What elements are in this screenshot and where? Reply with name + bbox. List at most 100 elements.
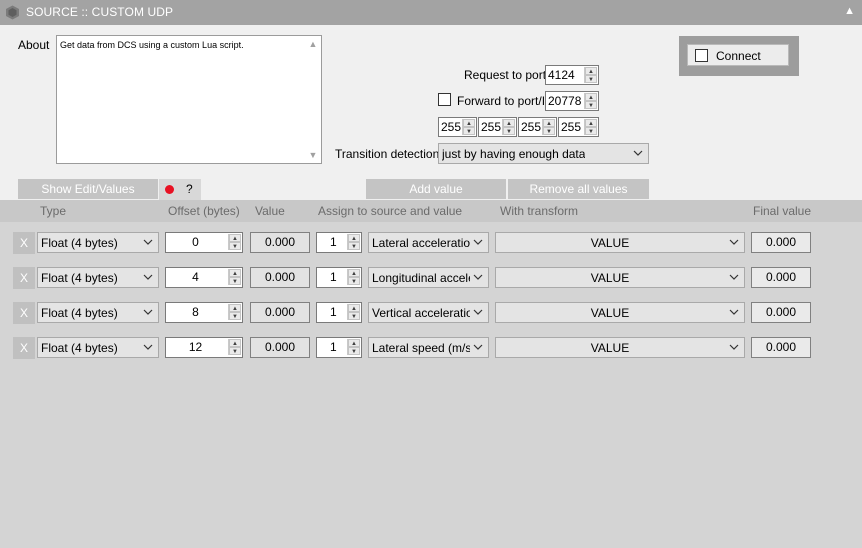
chevron-down-icon (473, 344, 483, 350)
ip-octet-1-stepper[interactable]: 255 ▲ ▼ (438, 117, 477, 137)
app-logo-icon (6, 5, 19, 20)
stepper-up-icon[interactable]: ▲ (348, 234, 360, 242)
offset-value: 8 (192, 305, 199, 319)
transform-select[interactable]: VALUE (495, 232, 745, 253)
chevron-down-icon (729, 274, 739, 280)
source-index-stepper[interactable]: 1 ▲ ▼ (316, 267, 362, 288)
offset-stepper[interactable]: 4 ▲ ▼ (165, 267, 243, 288)
type-select[interactable]: Float (4 bytes) (37, 302, 159, 323)
stepper-up-icon[interactable]: ▲ (348, 339, 360, 347)
help-button[interactable]: ? (186, 182, 193, 196)
stepper-up-icon[interactable]: ▲ (543, 119, 555, 127)
forward-port-label: Forward to port/IP (457, 94, 554, 108)
stepper-up-icon[interactable]: ▲ (229, 269, 241, 277)
stepper-down-icon[interactable]: ▼ (229, 242, 241, 250)
ip-octet-2-value: 255 (481, 120, 502, 134)
chevron-down-icon (143, 239, 153, 245)
add-value-button[interactable]: Add value (366, 179, 506, 199)
stepper-up-icon[interactable]: ▲ (585, 67, 597, 75)
transform-select[interactable]: VALUE (495, 267, 745, 288)
stepper-down-icon[interactable]: ▼ (503, 127, 515, 135)
stepper-down-icon[interactable]: ▼ (543, 127, 555, 135)
remove-row-button[interactable]: X (13, 232, 35, 254)
forward-checkbox[interactable] (438, 93, 451, 106)
about-textarea[interactable]: Get data from DCS using a custom Lua scr… (57, 36, 305, 163)
collapse-icon[interactable]: ▲ (844, 5, 855, 17)
stepper-up-icon[interactable]: ▲ (585, 119, 597, 127)
source-index-value: 1 (330, 270, 337, 284)
stepper-down-icon[interactable]: ▼ (348, 312, 360, 320)
ip-octet-2-stepper[interactable]: 255 ▲ ▼ (478, 117, 517, 137)
stepper-down-icon[interactable]: ▼ (229, 277, 241, 285)
transition-select[interactable]: just by having enough data (438, 143, 649, 164)
source-index-value: 1 (330, 305, 337, 319)
stepper-up-icon[interactable]: ▲ (348, 304, 360, 312)
stepper-up-icon[interactable]: ▲ (585, 93, 597, 101)
source-index-stepper[interactable]: 1 ▲ ▼ (316, 302, 362, 323)
type-value: Float (4 bytes) (41, 306, 118, 320)
stepper-up-icon[interactable]: ▲ (348, 269, 360, 277)
stepper-down-icon[interactable]: ▼ (348, 242, 360, 250)
remove-row-button[interactable]: X (13, 267, 35, 289)
stepper-down-icon[interactable]: ▼ (585, 101, 597, 109)
ip-octet-1-value: 255 (441, 120, 462, 134)
stepper-down-icon[interactable]: ▼ (348, 347, 360, 355)
remove-row-button[interactable]: X (13, 302, 35, 324)
source-index-stepper[interactable]: 1 ▲ ▼ (316, 232, 362, 253)
stepper-down-icon[interactable]: ▼ (585, 127, 597, 135)
raw-value-readout: 0.000 (250, 337, 310, 358)
type-select[interactable]: Float (4 bytes) (37, 267, 159, 288)
stepper-up-icon[interactable]: ▲ (229, 304, 241, 312)
offset-stepper[interactable]: 8 ▲ ▼ (165, 302, 243, 323)
stepper-down-icon[interactable]: ▼ (348, 277, 360, 285)
type-select[interactable]: Float (4 bytes) (37, 232, 159, 253)
final-value-readout: 0.000 (751, 302, 811, 323)
table-header: Type Offset (bytes) Value Assign to sour… (0, 200, 862, 222)
scroll-down-icon[interactable]: ▼ (308, 150, 318, 160)
show-edit-values-button[interactable]: Show Edit/Values (18, 179, 158, 199)
forward-port-stepper[interactable]: 20778 ▲ ▼ (545, 91, 599, 111)
ip-octet-4-stepper[interactable]: 255 ▲ ▼ (558, 117, 599, 137)
connect-checkbox[interactable] (695, 49, 708, 62)
chevron-down-icon (633, 150, 643, 156)
ip-octet-3-stepper[interactable]: 255 ▲ ▼ (518, 117, 557, 137)
raw-value-readout: 0.000 (250, 267, 310, 288)
scroll-up-icon[interactable]: ▲ (308, 39, 318, 49)
stepper-up-icon[interactable]: ▲ (503, 119, 515, 127)
type-select[interactable]: Float (4 bytes) (37, 337, 159, 358)
transform-select[interactable]: VALUE (495, 302, 745, 323)
stepper-up-icon[interactable]: ▲ (229, 339, 241, 347)
assign-select[interactable]: Longitudinal accelera (368, 267, 489, 288)
offset-stepper[interactable]: 0 ▲ ▼ (165, 232, 243, 253)
remove-row-button[interactable]: X (13, 337, 35, 359)
title-bar: SOURCE :: CUSTOM UDP ▲ (0, 0, 862, 25)
transition-label: Transition detection (335, 147, 440, 161)
raw-value-readout: 0.000 (250, 232, 310, 253)
request-port-stepper[interactable]: 4124 ▲ ▼ (545, 65, 599, 85)
stepper-down-icon[interactable]: ▼ (585, 75, 597, 83)
type-value: Float (4 bytes) (41, 236, 118, 250)
about-scrollbar[interactable]: ▲ ▼ (305, 36, 321, 163)
assign-value: Vertical acceleration (372, 306, 470, 320)
offset-value: 4 (192, 270, 199, 284)
assign-select[interactable]: Lateral speed (m/s) (368, 337, 489, 358)
stepper-up-icon[interactable]: ▲ (463, 119, 475, 127)
assign-select[interactable]: Vertical acceleration (368, 302, 489, 323)
stepper-down-icon[interactable]: ▼ (229, 312, 241, 320)
type-value: Float (4 bytes) (41, 271, 118, 285)
status-help-group: ? (159, 179, 201, 200)
chevron-down-icon (143, 344, 153, 350)
request-port-value: 4124 (548, 68, 575, 82)
source-index-stepper[interactable]: 1 ▲ ▼ (316, 337, 362, 358)
offset-stepper[interactable]: 12 ▲ ▼ (165, 337, 243, 358)
stepper-down-icon[interactable]: ▼ (463, 127, 475, 135)
stepper-up-icon[interactable]: ▲ (229, 234, 241, 242)
transition-value: just by having enough data (442, 147, 586, 161)
transform-select[interactable]: VALUE (495, 337, 745, 358)
ip-octet-3-value: 255 (521, 120, 542, 134)
stepper-down-icon[interactable]: ▼ (229, 347, 241, 355)
remove-all-values-button[interactable]: Remove all values (508, 179, 649, 199)
about-label: About (18, 38, 50, 52)
assign-select[interactable]: Lateral acceleration ( (368, 232, 489, 253)
connect-button[interactable]: Connect (687, 44, 789, 66)
